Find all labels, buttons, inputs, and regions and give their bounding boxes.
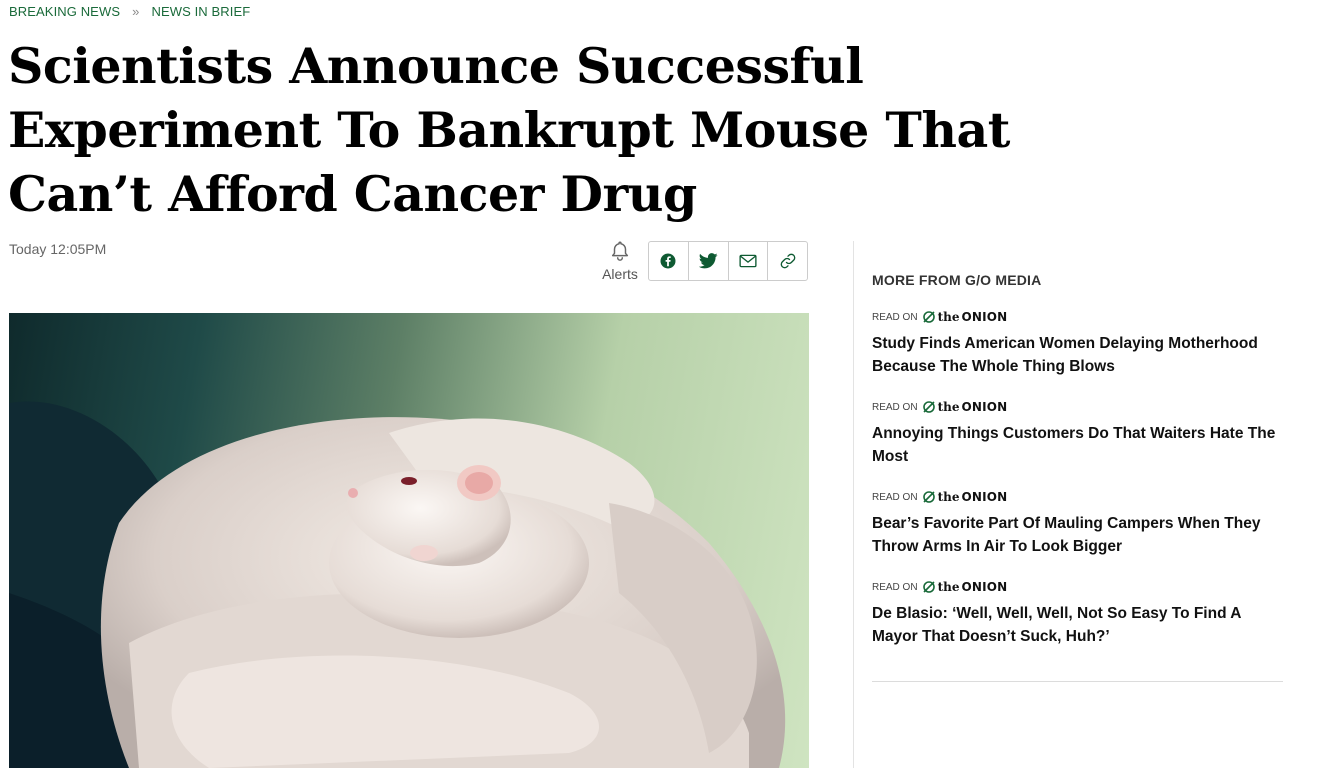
link-icon — [780, 253, 795, 269]
alerts-label: Alerts — [602, 266, 638, 282]
share-toolbar — [648, 241, 808, 281]
read-on-text: READ ON — [872, 491, 918, 503]
sidebar-story-link[interactable]: Bear’s Favorite Part Of Mauling Campers … — [872, 512, 1284, 558]
column-divider — [853, 241, 854, 768]
alerts-button[interactable]: Alerts — [598, 240, 642, 282]
article-hero-image — [9, 313, 809, 768]
facebook-icon — [660, 253, 676, 269]
white-mouse-in-gloved-hands-illustration — [9, 401, 786, 768]
headline-line-1: Scientists Announce Successful — [8, 37, 864, 95]
read-on-text: READ ON — [872, 401, 918, 413]
share-link-button[interactable] — [768, 242, 807, 280]
sidebar-story-link[interactable]: Study Finds American Women Delaying Moth… — [872, 332, 1284, 378]
headline-line-2: Experiment To Bankrupt Mouse That — [8, 101, 1010, 159]
read-on-text: READ ON — [872, 311, 918, 323]
share-facebook-button[interactable] — [649, 242, 689, 280]
read-on-label: READ ON the ONION — [872, 310, 1284, 324]
read-on-text: READ ON — [872, 581, 918, 593]
breadcrumb-breaking-news[interactable]: BREAKING NEWS — [9, 4, 120, 19]
sidebar-story-link[interactable]: De Blasio: ‘Well, Well, Well, Not So Eas… — [872, 602, 1284, 648]
onion-leaf-icon — [922, 401, 935, 413]
the-onion-logo: the ONION — [922, 490, 1008, 504]
share-email-button[interactable] — [729, 242, 769, 280]
onion-leaf-icon — [922, 491, 935, 503]
email-icon — [739, 254, 757, 268]
breadcrumb: BREAKING NEWS » NEWS IN BRIEF — [9, 2, 250, 20]
read-on-label: READ ON the ONION — [872, 400, 1284, 414]
article-timestamp: Today 12:05PM — [9, 241, 107, 257]
the-onion-logo: the ONION — [922, 580, 1008, 594]
read-on-label: READ ON the ONION — [872, 490, 1284, 504]
breadcrumb-separator: » — [132, 3, 140, 19]
twitter-icon — [698, 253, 718, 269]
bell-icon — [611, 241, 629, 261]
the-onion-logo: the ONION — [922, 400, 1008, 414]
onion-leaf-icon — [922, 311, 935, 323]
article-headline: Scientists Announce Successful Experimen… — [8, 34, 1048, 226]
read-on-label: READ ON the ONION — [872, 580, 1284, 594]
more-from-sidebar: MORE FROM G/O MEDIA READ ON the ONION Stu… — [872, 272, 1284, 648]
the-onion-logo: the ONION — [922, 310, 1008, 324]
share-twitter-button[interactable] — [689, 242, 729, 280]
breadcrumb-news-in-brief[interactable]: NEWS IN BRIEF — [151, 4, 250, 19]
headline-line-3: Can’t Afford Cancer Drug — [8, 165, 697, 223]
sidebar-story-link[interactable]: Annoying Things Customers Do That Waiter… — [872, 422, 1284, 468]
sidebar-title: MORE FROM G/O MEDIA — [872, 272, 1042, 288]
sidebar-divider — [872, 681, 1283, 682]
onion-leaf-icon — [922, 581, 935, 593]
